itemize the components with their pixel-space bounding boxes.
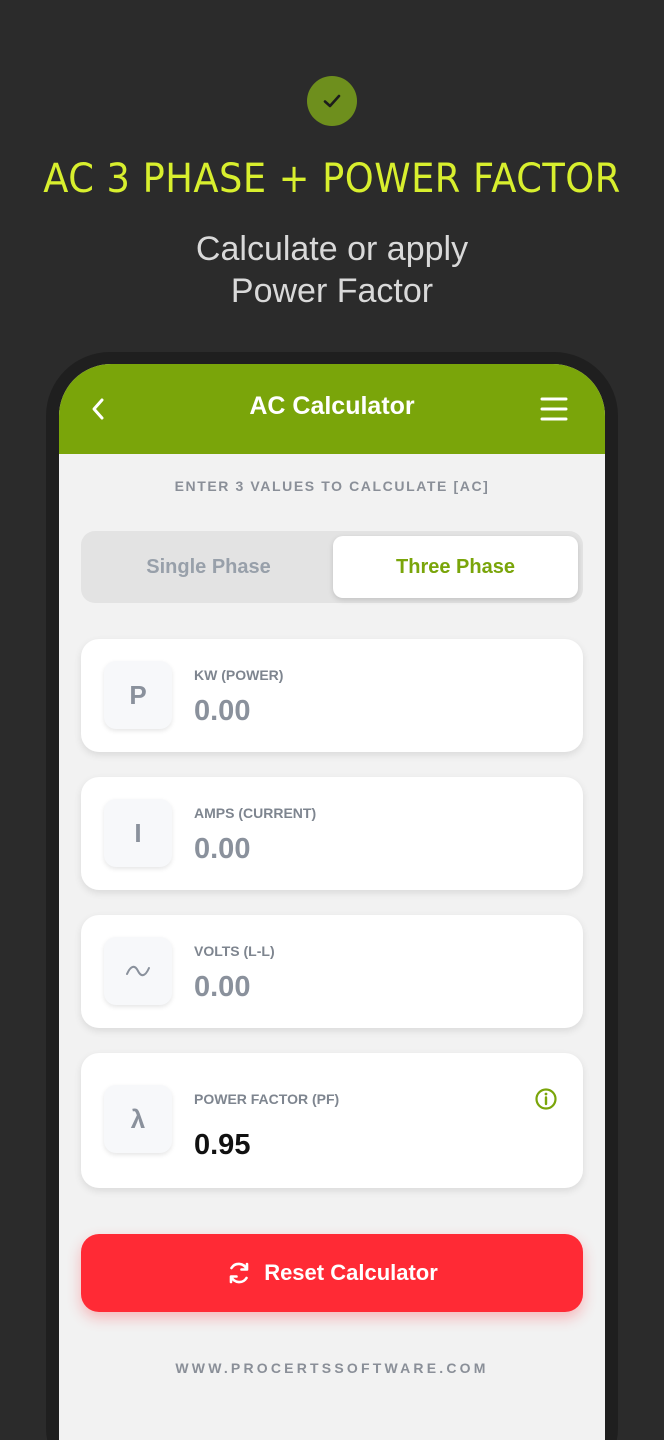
current-field[interactable]: I AMPS (CURRENT) 0.00 <box>81 777 583 890</box>
current-label: AMPS (CURRENT) <box>194 805 317 821</box>
power-label: KW (POWER) <box>194 667 284 683</box>
current-value[interactable]: 0.00 <box>194 833 250 866</box>
current-symbol-icon: I <box>104 799 172 867</box>
info-icon[interactable] <box>534 1087 558 1111</box>
app-bar: AC Calculator <box>59 364 605 454</box>
check-icon <box>323 94 341 108</box>
promo-subline: Calculate or apply Power Factor <box>0 228 664 312</box>
volts-symbol-icon <box>104 937 172 1005</box>
check-badge <box>307 76 357 126</box>
volts-label: VOLTS (L-L) <box>194 943 275 959</box>
reset-label: Reset Calculator <box>264 1260 438 1285</box>
three-phase-tab[interactable]: Three Phase <box>333 536 578 598</box>
sine-wave-icon <box>126 965 150 977</box>
promo-subline-line-1: Calculate or apply <box>195 230 469 268</box>
reset-calculator-button[interactable]: Reset Calculator <box>81 1234 583 1312</box>
lambda-symbol-icon: λ <box>104 1085 172 1153</box>
hamburger-menu-icon[interactable] <box>540 396 568 422</box>
app-title: AC Calculator <box>249 392 415 420</box>
power-value[interactable]: 0.00 <box>194 695 250 728</box>
power-factor-value[interactable]: 0.95 <box>194 1129 250 1162</box>
app-screen: AC Calculator ENTER 3 VALUES TO CALCULAT… <box>59 364 605 1440</box>
phase-toggle: Single Phase Three Phase <box>81 531 583 603</box>
volts-field[interactable]: VOLTS (L-L) 0.00 <box>81 915 583 1028</box>
refresh-icon <box>229 1262 249 1284</box>
power-factor-field[interactable]: λ POWER FACTOR (PF) 0.95 <box>81 1053 583 1188</box>
power-symbol-icon: P <box>104 661 172 729</box>
power-field[interactable]: P KW (POWER) 0.00 <box>81 639 583 752</box>
volts-value[interactable]: 0.00 <box>194 971 250 1004</box>
instruction-text: ENTER 3 VALUES TO CALCULATE [AC] <box>174 478 490 494</box>
promo-subline-line-2: Power Factor <box>230 272 434 310</box>
website-link[interactable]: WWW.PROCERTSSOFTWARE.COM <box>59 1360 605 1376</box>
power-factor-label: POWER FACTOR (PF) <box>194 1091 340 1107</box>
single-phase-tab[interactable]: Single Phase <box>86 536 331 598</box>
promo-headline: AC 3 PHASE + POWER FACTOR <box>43 156 621 202</box>
